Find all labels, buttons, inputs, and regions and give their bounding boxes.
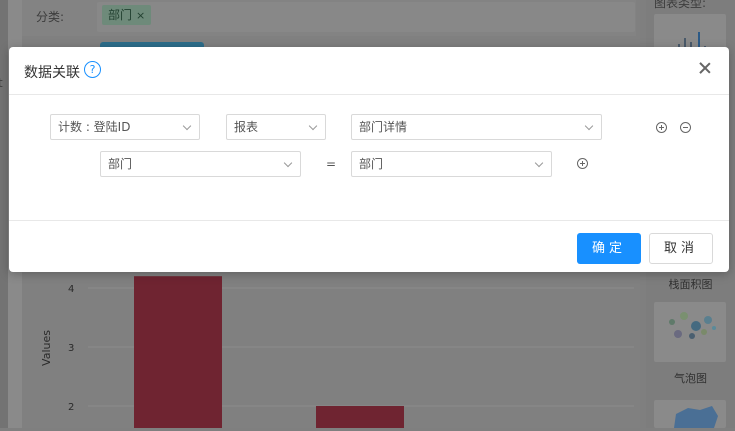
type-select-value: 报表 [234,120,259,134]
chevron-down-icon [182,121,192,131]
y-axis-label: Values [40,330,53,366]
right-field-select[interactable]: 部门 [351,151,552,177]
left-panel-label: t [0,76,3,90]
left-field-select[interactable]: 部门 [100,151,301,177]
chart-bar [134,276,222,428]
chevron-down-icon [584,121,594,131]
filter-tag[interactable]: 部门 × [102,5,152,25]
filter-tag-box[interactable] [97,2,635,32]
target-select-value: 部门详情 [359,120,408,134]
chart-type-card-bubble[interactable] [654,302,726,362]
map-chart-icon [674,406,718,428]
y-tick-label: 4 [68,284,74,295]
dialog-title: 数据关联 [24,65,80,81]
dialog-header: 数据关联 ? [9,47,729,95]
target-select[interactable]: 部门详情 [351,114,602,140]
tag-close-icon[interactable]: × [136,9,145,22]
chart-type-label-bubble: 气泡图 [674,372,707,385]
chart-bar [316,406,404,428]
bar-chart: 4 3 2 Values [40,276,634,428]
field-select-value: 计数 : 登陆ID [58,120,131,134]
remove-row-icon[interactable] [680,122,691,133]
help-icon[interactable]: ? [84,61,101,78]
chart-type-card-map[interactable] [654,400,726,428]
dialog-footer: 确定 取消 [9,220,729,273]
bubble-chart-icon [669,312,716,339]
cancel-button[interactable]: 取消 [649,233,713,264]
add-condition-icon[interactable] [577,158,588,169]
chart-area: 4 3 2 Values [22,270,636,428]
add-row-icon[interactable] [656,122,667,133]
filter-bar: 分类: 部门 × [22,0,636,36]
filter-label: 分类: [36,10,65,24]
left-field-select-value: 部门 [108,157,133,171]
chart-type-label-area: 栈面积图 [668,278,713,291]
chevron-down-icon [283,158,293,168]
filter-tag-label: 部门 [108,8,133,22]
field-select[interactable]: 计数 : 登陆ID [50,114,200,140]
close-icon[interactable] [698,61,712,75]
right-field-select-value: 部门 [359,157,384,171]
equals-operator: = [326,157,337,171]
left-scroll-strip [0,0,8,428]
chevron-down-icon [534,158,544,168]
chevron-down-icon [308,121,318,131]
y-tick-label: 3 [68,343,74,354]
confirm-button[interactable]: 确定 [577,233,641,264]
data-link-dialog: 数据关联 ? 计数 : 登陆ID 报表 部门详情 部门 = 部门 确定 取消 [9,47,729,272]
y-tick-label: 2 [68,402,74,413]
type-select[interactable]: 报表 [226,114,326,140]
chart-type-title: 图表类型: [654,0,707,10]
